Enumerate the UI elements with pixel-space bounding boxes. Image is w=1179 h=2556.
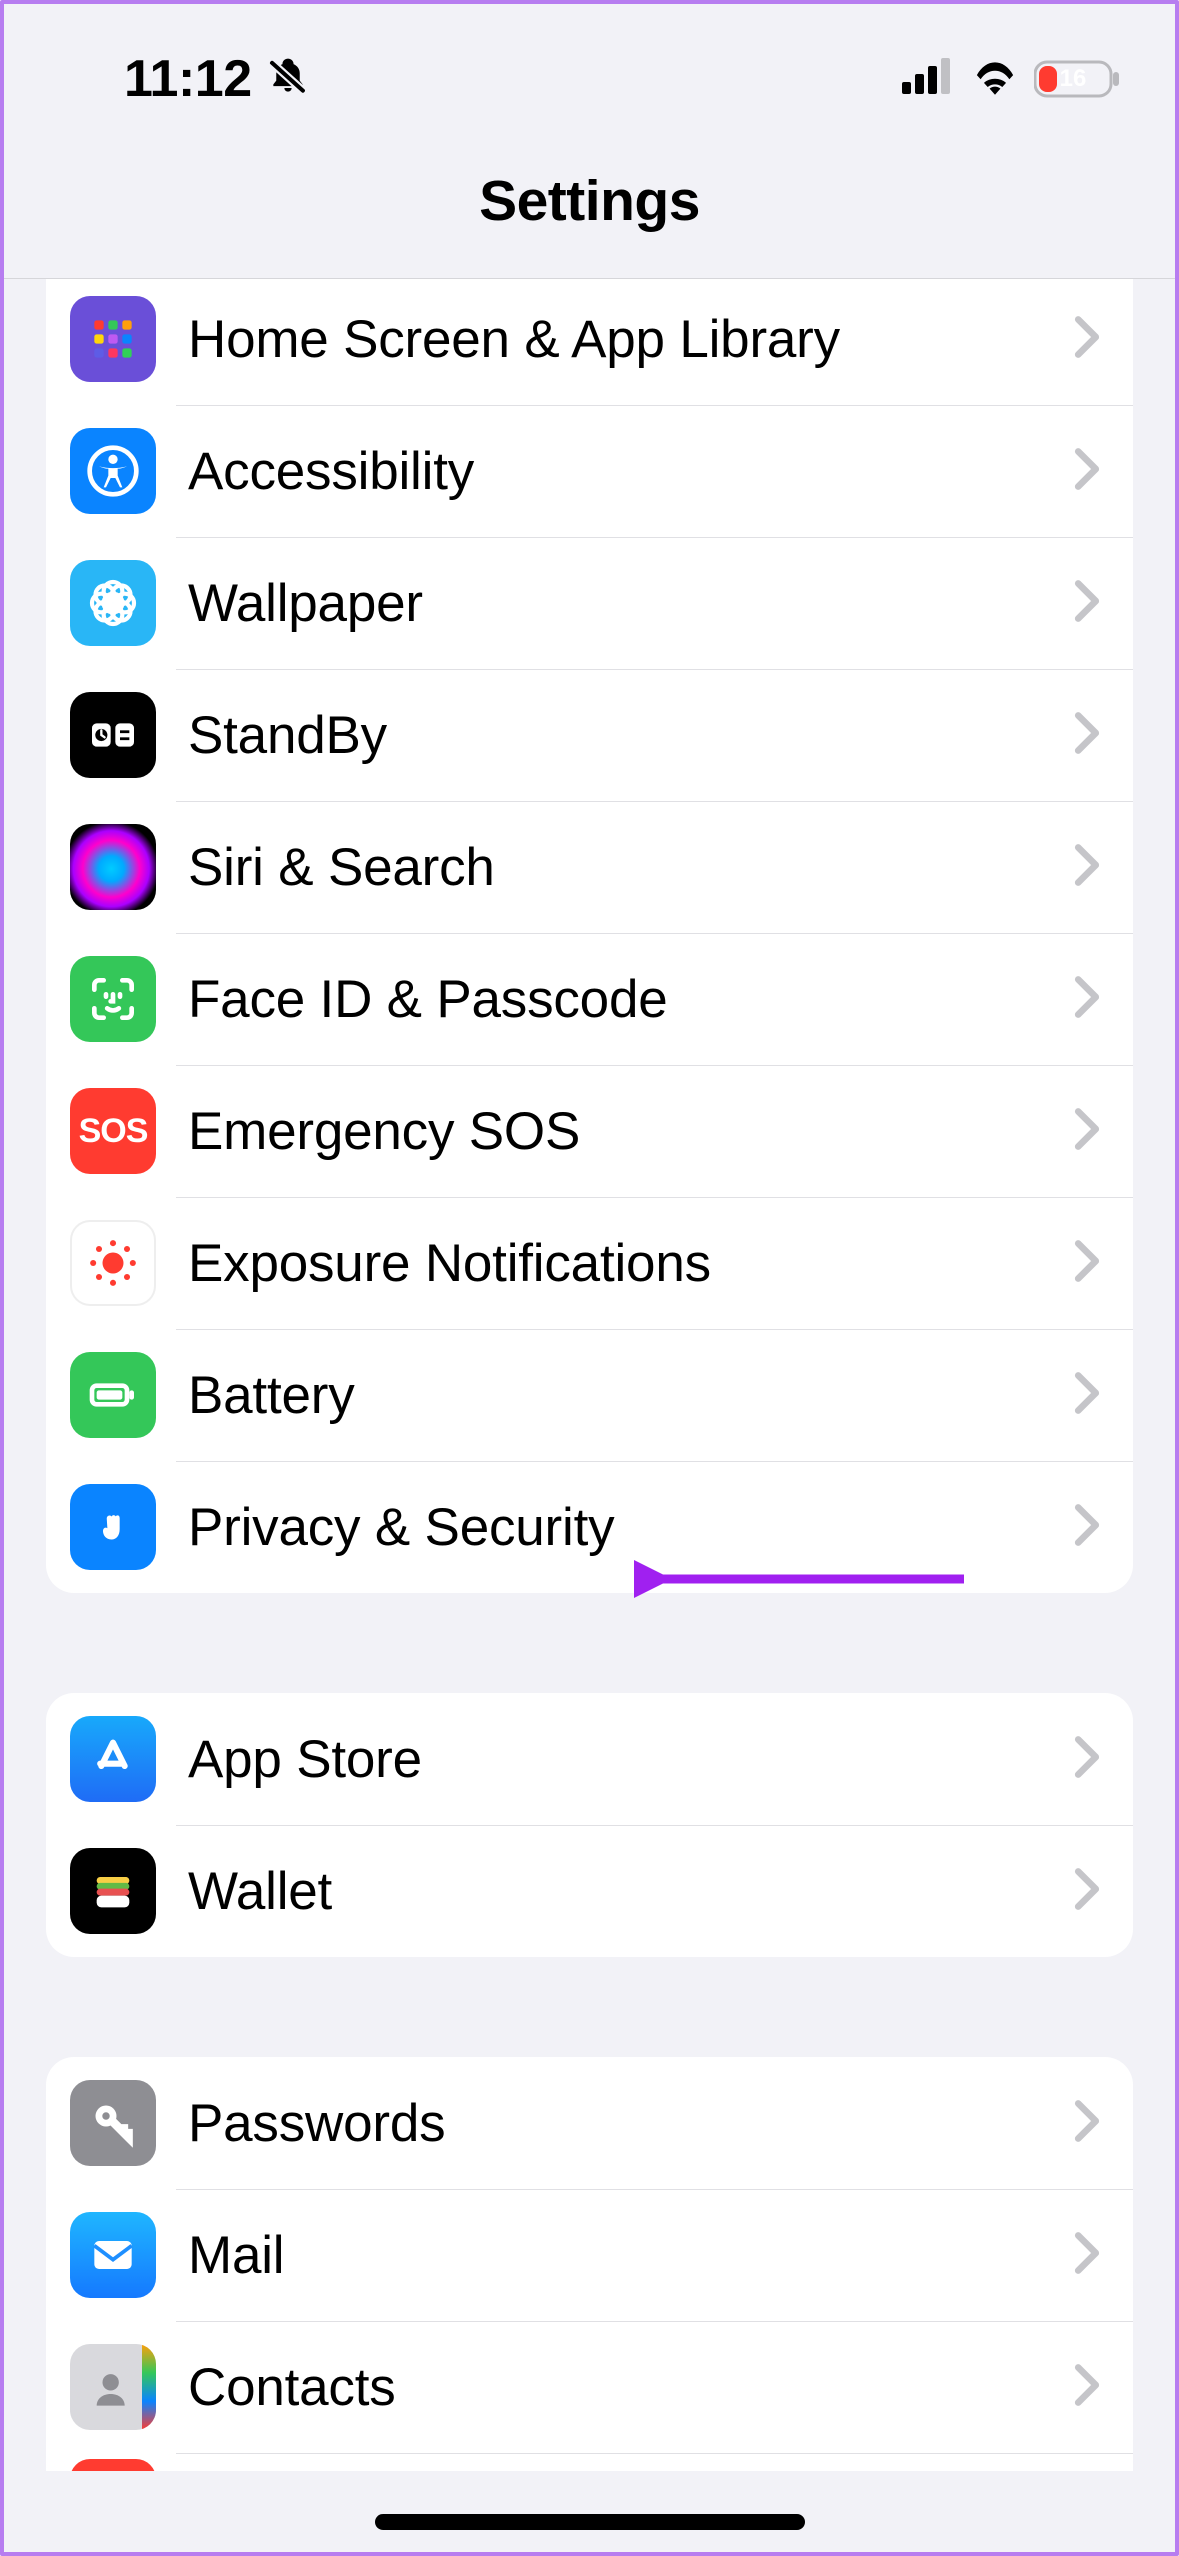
chevron-right-icon (1073, 315, 1101, 364)
settings-row-partial-bottom[interactable] (46, 2453, 1133, 2471)
settings-group-accounts: Passwords Mail Contacts (46, 2057, 1133, 2471)
appstore-icon (70, 1716, 156, 1802)
sos-icon: SOS (70, 1088, 156, 1174)
chevron-right-icon (1073, 1503, 1101, 1552)
settings-row-standby[interactable]: StandBy (46, 669, 1133, 801)
row-label: Battery (188, 1365, 1073, 1426)
settings-screen: 11:12 (4, 4, 1175, 2552)
settings-row-passwords[interactable]: Passwords (46, 2057, 1133, 2189)
wifi-icon (970, 58, 1020, 101)
chevron-right-icon (1073, 2363, 1101, 2412)
siri-icon (70, 824, 156, 910)
row-label: Accessibility (188, 441, 1073, 502)
row-label: Wallet (188, 1861, 1073, 1922)
chevron-right-icon (1073, 2231, 1101, 2280)
row-label: Mail (188, 2225, 1073, 2286)
status-bar: 11:12 (4, 4, 1175, 124)
row-label: App Store (188, 1729, 1073, 1790)
row-label: Face ID & Passcode (188, 969, 1073, 1030)
settings-row-privacy[interactable]: Privacy & Security (46, 1461, 1133, 1593)
battery-settings-icon (70, 1352, 156, 1438)
silent-icon (266, 55, 310, 104)
chevron-right-icon (1073, 579, 1101, 628)
battery-percent-text: 16 (1034, 65, 1112, 93)
row-label: Home Screen & App Library (188, 309, 1073, 370)
battery-icon: 16 (1034, 59, 1120, 99)
settings-list[interactable]: Home Screen & App Library Accessibility (4, 279, 1175, 2552)
settings-row-faceid[interactable]: Face ID & Passcode (46, 933, 1133, 1065)
settings-group-store: App Store Wallet (46, 1693, 1133, 1957)
row-label: Passwords (188, 2093, 1073, 2154)
home-indicator[interactable] (375, 2514, 805, 2530)
settings-row-battery[interactable]: Battery (46, 1329, 1133, 1461)
calendar-icon (70, 2459, 156, 2471)
faceid-icon (70, 956, 156, 1042)
passwords-icon (70, 2080, 156, 2166)
status-left: 11:12 (124, 49, 310, 109)
chevron-right-icon (1073, 447, 1101, 496)
nav-header: Settings (4, 124, 1175, 279)
row-label: Contacts (188, 2357, 1073, 2418)
settings-row-exposure[interactable]: Exposure Notifications (46, 1197, 1133, 1329)
chevron-right-icon (1073, 1239, 1101, 1288)
settings-row-sos[interactable]: SOS Emergency SOS (46, 1065, 1133, 1197)
accessibility-icon (70, 428, 156, 514)
status-right: 16 (902, 58, 1120, 101)
exposure-icon (70, 1220, 156, 1306)
chevron-right-icon (1073, 711, 1101, 760)
chevron-right-icon (1073, 1735, 1101, 1784)
row-label: Wallpaper (188, 573, 1073, 634)
settings-row-wallpaper[interactable]: Wallpaper (46, 537, 1133, 669)
settings-group-system: Home Screen & App Library Accessibility (46, 279, 1133, 1593)
row-label: StandBy (188, 705, 1073, 766)
settings-row-contacts[interactable]: Contacts (46, 2321, 1133, 2453)
home-screen-icon (70, 296, 156, 382)
wallet-icon (70, 1848, 156, 1934)
row-label: Privacy & Security (188, 1497, 1073, 1558)
page-title: Settings (479, 168, 700, 234)
standby-icon (70, 692, 156, 778)
privacy-icon (70, 1484, 156, 1570)
mail-icon (70, 2212, 156, 2298)
row-label: Siri & Search (188, 837, 1073, 898)
chevron-right-icon (1073, 975, 1101, 1024)
settings-row-home-screen[interactable]: Home Screen & App Library (46, 279, 1133, 405)
cellular-icon (902, 58, 956, 101)
status-time: 11:12 (124, 49, 252, 109)
settings-row-wallet[interactable]: Wallet (46, 1825, 1133, 1957)
chevron-right-icon (1073, 1867, 1101, 1916)
settings-row-siri[interactable]: Siri & Search (46, 801, 1133, 933)
chevron-right-icon (1073, 1371, 1101, 1420)
settings-row-accessibility[interactable]: Accessibility (46, 405, 1133, 537)
wallpaper-icon (70, 560, 156, 646)
chevron-right-icon (1073, 2099, 1101, 2148)
settings-row-mail[interactable]: Mail (46, 2189, 1133, 2321)
chevron-right-icon (1073, 1107, 1101, 1156)
row-label: Emergency SOS (188, 1101, 1073, 1162)
contacts-icon (70, 2344, 156, 2430)
row-label: Exposure Notifications (188, 1233, 1073, 1294)
settings-row-appstore[interactable]: App Store (46, 1693, 1133, 1825)
chevron-right-icon (1073, 843, 1101, 892)
